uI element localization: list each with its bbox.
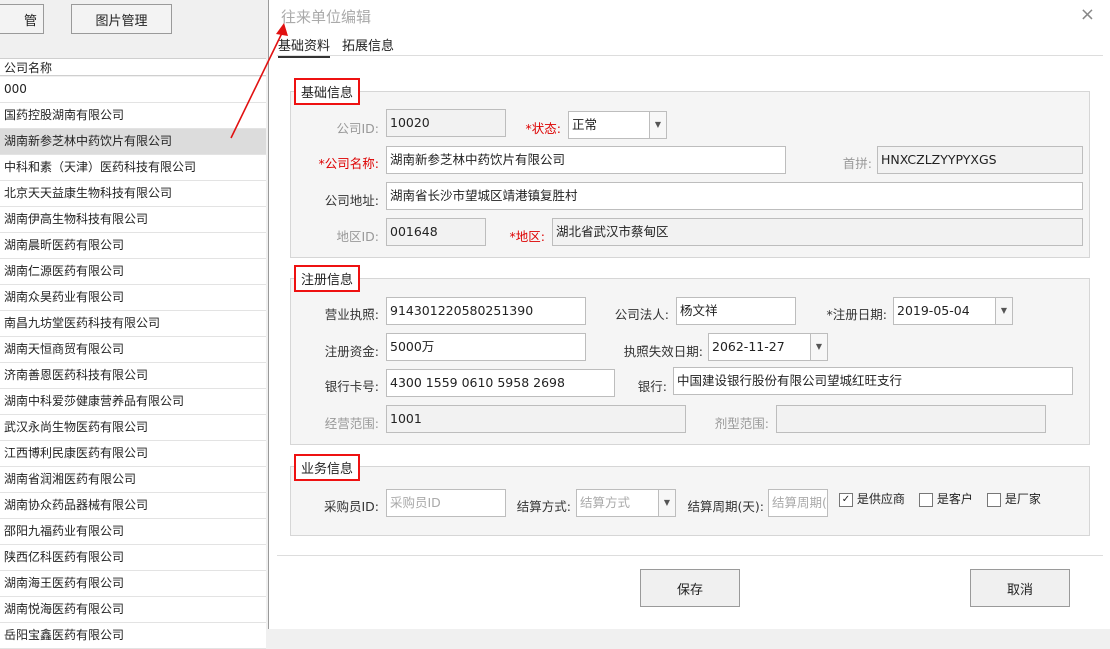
address-label: 公司地址: [324, 193, 379, 208]
region-id-label: 地区ID: [336, 229, 379, 244]
settle-label: 结算方式: [516, 499, 571, 514]
list-item[interactable]: 湖南新参芝林中药饮片有限公司 [0, 129, 266, 155]
legal-person-label: 公司法人: [614, 307, 669, 322]
status-value: 正常 [572, 117, 598, 132]
list-item[interactable]: 国药控股湖南有限公司 [0, 103, 266, 129]
filter-row[interactable]: 000 [0, 77, 266, 103]
partner-edit-dialog: 往来单位编辑 × 基础资料 拓展信息 基础信息 公司ID: 10020 *状态:… [268, 0, 1110, 629]
expiry-value: 2062-11-27 [712, 339, 785, 354]
list-item[interactable]: 湖南协众药品器械有限公司 [0, 493, 266, 519]
supplier-checkbox[interactable]: ✓ 是供应商 [839, 490, 905, 507]
reg-date-value: 2019-05-04 [897, 303, 970, 318]
list-item[interactable]: 湖南仁源医药有限公司 [0, 259, 266, 285]
list-item[interactable]: 邵阳九福药业有限公司 [0, 519, 266, 545]
legal-person-field[interactable]: 杨文祥 [676, 297, 796, 325]
check-icon[interactable]: ✓ [839, 492, 853, 507]
license-field[interactable]: 914301220580251390 [386, 297, 586, 325]
pinyin-label: 首拼: [842, 156, 872, 171]
business-info-title: 业务信息 [294, 454, 361, 481]
reg-date-label: *注册日期: [826, 307, 887, 322]
list-item[interactable]: 北京天天益康生物科技有限公司 [0, 181, 266, 207]
bank-card-label: 银行卡号: [324, 379, 379, 394]
buyer-field[interactable]: 采购员ID [386, 489, 506, 517]
list-item[interactable]: 南昌九坊堂医药科技有限公司 [0, 311, 266, 337]
factory-checkbox[interactable]: 是厂家 [987, 490, 1041, 507]
cancel-button[interactable]: 取消 [970, 569, 1070, 607]
basic-info-title: 基础信息 [294, 78, 361, 105]
chevron-down-icon[interactable]: ▼ [810, 334, 827, 360]
bank-field[interactable]: 中国建设银行股份有限公司望城红旺支行 [673, 367, 1073, 395]
scope-label: 经营范围: [324, 416, 379, 431]
list-item[interactable]: 江西博利民康医药有限公司 [0, 441, 266, 467]
list-item[interactable]: 陕西亿科医药有限公司 [0, 545, 266, 571]
pinyin-field[interactable]: HNXCZLZYYPYXGS [877, 146, 1083, 174]
expiry-date-picker[interactable]: 2062-11-27 ▼ [708, 333, 828, 361]
chevron-down-icon[interactable]: ▼ [658, 490, 675, 516]
checkbox-icon[interactable] [987, 492, 1001, 507]
list-item[interactable]: 济南善恩医药科技有限公司 [0, 363, 266, 389]
list-item[interactable]: 武汉永尚生物医药有限公司 [0, 415, 266, 441]
list-item[interactable]: 湖南晨昕医药有限公司 [0, 233, 266, 259]
license-label: 营业执照: [324, 307, 379, 322]
capital-field[interactable]: 5000万 [386, 333, 586, 361]
list-item[interactable]: 岳阳宝鑫医药有限公司 [0, 623, 266, 649]
save-button[interactable]: 保存 [640, 569, 740, 607]
dialog-title: 往来单位编辑 [281, 8, 372, 26]
list-item[interactable]: 湖南海王医药有限公司 [0, 571, 266, 597]
chevron-down-icon[interactable]: ▼ [649, 112, 666, 138]
list-item[interactable]: 湖南天恒商贸有限公司 [0, 337, 266, 363]
manage-button[interactable]: 管 [0, 4, 44, 34]
capital-label: 注册资金: [324, 344, 379, 359]
settle-select[interactable]: 结算方式 ▼ [576, 489, 676, 517]
tab-divider [277, 55, 1103, 56]
checkbox-icon[interactable] [919, 492, 933, 507]
customer-label: 是客户 [936, 492, 973, 506]
period-field[interactable]: 结算周期( [768, 489, 828, 517]
company-id-label: 公司ID: [336, 121, 379, 136]
status-select[interactable]: 正常 ▼ [568, 111, 667, 139]
company-list: 000 国药控股湖南有限公司 湖南新参芝林中药饮片有限公司 中科和素（天津）医药科技… [0, 77, 266, 649]
dosage-label: 剂型范围: [714, 416, 769, 431]
supplier-label: 是供应商 [856, 492, 905, 506]
list-item[interactable]: 中科和素（天津）医药科技有限公司 [0, 155, 266, 181]
list-item[interactable]: 湖南悦海医药有限公司 [0, 597, 266, 623]
list-item[interactable]: 湖南众昊药业有限公司 [0, 285, 266, 311]
chevron-down-icon[interactable]: ▼ [995, 298, 1012, 324]
bank-label: 银行: [637, 379, 667, 394]
reg-date-picker[interactable]: 2019-05-04 ▼ [893, 297, 1013, 325]
tab-extended[interactable]: 拓展信息 [342, 35, 394, 54]
region-id-field[interactable]: 001648 [386, 218, 486, 246]
company-name-field[interactable]: 湖南新参芝林中药饮片有限公司 [386, 146, 786, 174]
address-field[interactable]: 湖南省长沙市望城区靖港镇复胜村 [386, 182, 1083, 210]
register-info-title: 注册信息 [294, 265, 361, 292]
settle-placeholder: 结算方式 [580, 495, 631, 510]
region-field[interactable]: 湖北省武汉市蔡甸区 [552, 218, 1083, 246]
expiry-label: 执照失效日期: [623, 344, 703, 359]
customer-checkbox[interactable]: 是客户 [919, 490, 973, 507]
list-item[interactable]: 湖南省润湘医药有限公司 [0, 467, 266, 493]
column-header-company-name[interactable]: 公司名称 [0, 58, 266, 76]
bank-card-field[interactable]: 4300 1559 0610 5958 2698 [386, 369, 615, 397]
list-item[interactable]: 湖南伊高生物科技有限公司 [0, 207, 266, 233]
period-label: 结算周期(天): [687, 499, 764, 514]
company-name-label: *公司名称: [318, 156, 379, 171]
company-id-field[interactable]: 10020 [386, 109, 506, 137]
scope-field[interactable]: 1001 [386, 405, 686, 433]
factory-label: 是厂家 [1004, 492, 1041, 506]
buyer-label: 采购员ID: [323, 499, 379, 514]
region-label: *地区: [509, 229, 545, 244]
list-item[interactable]: 湖南中科爱莎健康营养品有限公司 [0, 389, 266, 415]
footer-divider [277, 555, 1103, 556]
dosage-field[interactable] [776, 405, 1046, 433]
status-label: *状态: [525, 121, 561, 136]
image-manage-button[interactable]: 图片管理 [71, 4, 172, 34]
close-icon[interactable]: × [1080, 4, 1095, 25]
